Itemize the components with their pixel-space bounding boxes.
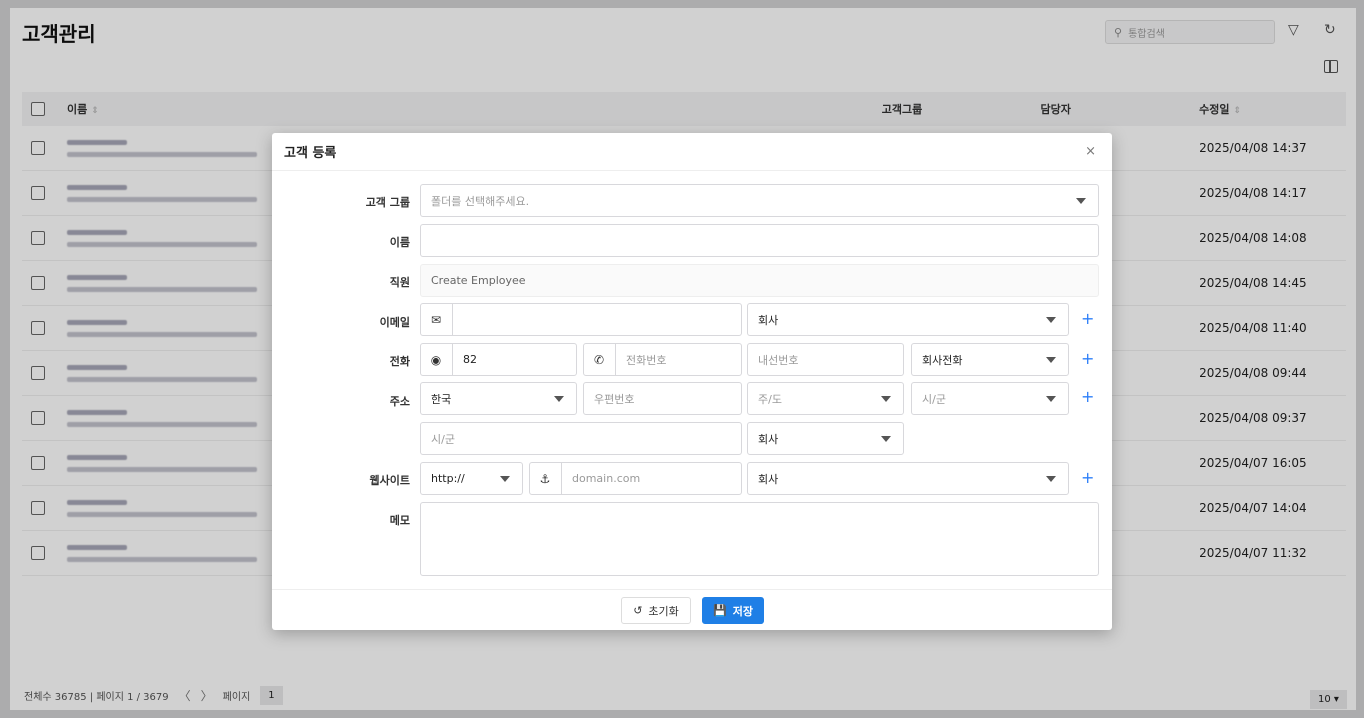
chevron-down-icon: [881, 436, 891, 442]
label-address: 주소: [389, 395, 410, 408]
save-icon: 💾: [713, 604, 727, 617]
zip-input[interactable]: 우편번호: [583, 382, 742, 415]
chevron-down-icon: [1046, 357, 1056, 363]
city-placeholder: 시/군: [922, 392, 946, 406]
website-placeholder: domain.com: [572, 472, 641, 485]
reset-icon: ↺: [633, 604, 643, 617]
modal-footer: ↺ 초기화 💾 저장: [272, 589, 1112, 630]
phone-placeholder: 전화번호: [626, 353, 667, 367]
reset-label: 초기화: [648, 604, 679, 618]
label-email: 이메일: [379, 316, 410, 329]
label-employee: 직원: [389, 276, 410, 289]
add-address-button[interactable]: +: [1081, 387, 1094, 406]
save-button[interactable]: 💾 저장: [702, 597, 764, 624]
label-name: 이름: [389, 236, 410, 249]
anchor-icon: ⚓: [529, 462, 562, 495]
add-phone-button[interactable]: +: [1081, 349, 1094, 368]
address-type-select[interactable]: 회사: [747, 422, 904, 455]
email-field[interactable]: ✉: [420, 303, 742, 336]
website-domain-input[interactable]: ⚓ domain.com: [529, 462, 742, 495]
customer-register-modal: 고객 등록 × 고객 그룹 폴더를 선택해주세요. 이름 직원 Create E…: [272, 133, 1112, 630]
zip-placeholder: 우편번호: [594, 392, 635, 406]
chevron-down-icon: [1046, 476, 1056, 482]
label-group: 고객 그룹: [365, 196, 410, 209]
label-website: 웹사이트: [369, 474, 410, 487]
address-country-select[interactable]: 한국: [420, 382, 577, 415]
chevron-down-icon: [500, 476, 510, 482]
group-select[interactable]: 폴더를 선택해주세요.: [420, 184, 1099, 217]
phone-country-value: 82: [463, 353, 477, 366]
address-type-value: 회사: [758, 432, 779, 446]
extension-placeholder: 내선번호: [758, 353, 799, 367]
city-detail-placeholder: 시/군: [431, 432, 455, 446]
email-type-value: 회사: [758, 313, 779, 327]
chevron-down-icon: [554, 396, 564, 402]
chevron-down-icon: [1076, 198, 1086, 204]
website-type-value: 회사: [758, 472, 779, 486]
phone-number-input[interactable]: ✆ 전화번호: [583, 343, 742, 376]
close-icon[interactable]: ×: [1085, 144, 1096, 159]
extension-input[interactable]: 내선번호: [747, 343, 904, 376]
reset-button[interactable]: ↺ 초기화: [621, 597, 691, 624]
modal-title: 고객 등록: [272, 133, 1112, 171]
phone-type-value: 회사전화: [922, 353, 963, 367]
add-email-button[interactable]: +: [1081, 309, 1094, 328]
chevron-down-icon: [881, 396, 891, 402]
phone-country-code[interactable]: ◉ 82: [420, 343, 577, 376]
name-input[interactable]: [420, 224, 1099, 257]
employee-field: Create Employee: [420, 264, 1099, 297]
add-website-button[interactable]: +: [1081, 468, 1094, 487]
website-type-select[interactable]: 회사: [747, 462, 1069, 495]
mail-icon: ✉: [420, 303, 453, 336]
save-label: 저장: [732, 604, 753, 618]
website-protocol-select[interactable]: http://: [420, 462, 523, 495]
memo-textarea[interactable]: [420, 502, 1099, 576]
website-protocol-value: http://: [431, 472, 465, 485]
state-placeholder: 주/도: [758, 392, 782, 406]
location-icon: ◉: [420, 343, 453, 376]
label-phone: 전화: [389, 355, 410, 368]
label-memo: 메모: [389, 514, 410, 527]
address-country-value: 한국: [431, 392, 452, 406]
email-type-select[interactable]: 회사: [747, 303, 1069, 336]
chevron-down-icon: [1046, 396, 1056, 402]
group-placeholder: 폴더를 선택해주세요.: [431, 194, 530, 208]
phone-type-select[interactable]: 회사전화: [911, 343, 1069, 376]
chevron-down-icon: [1046, 317, 1056, 323]
city-select[interactable]: 시/군: [911, 382, 1069, 415]
city-detail-input[interactable]: 시/군: [420, 422, 742, 455]
state-select[interactable]: 주/도: [747, 382, 904, 415]
phone-icon: ✆: [583, 343, 616, 376]
